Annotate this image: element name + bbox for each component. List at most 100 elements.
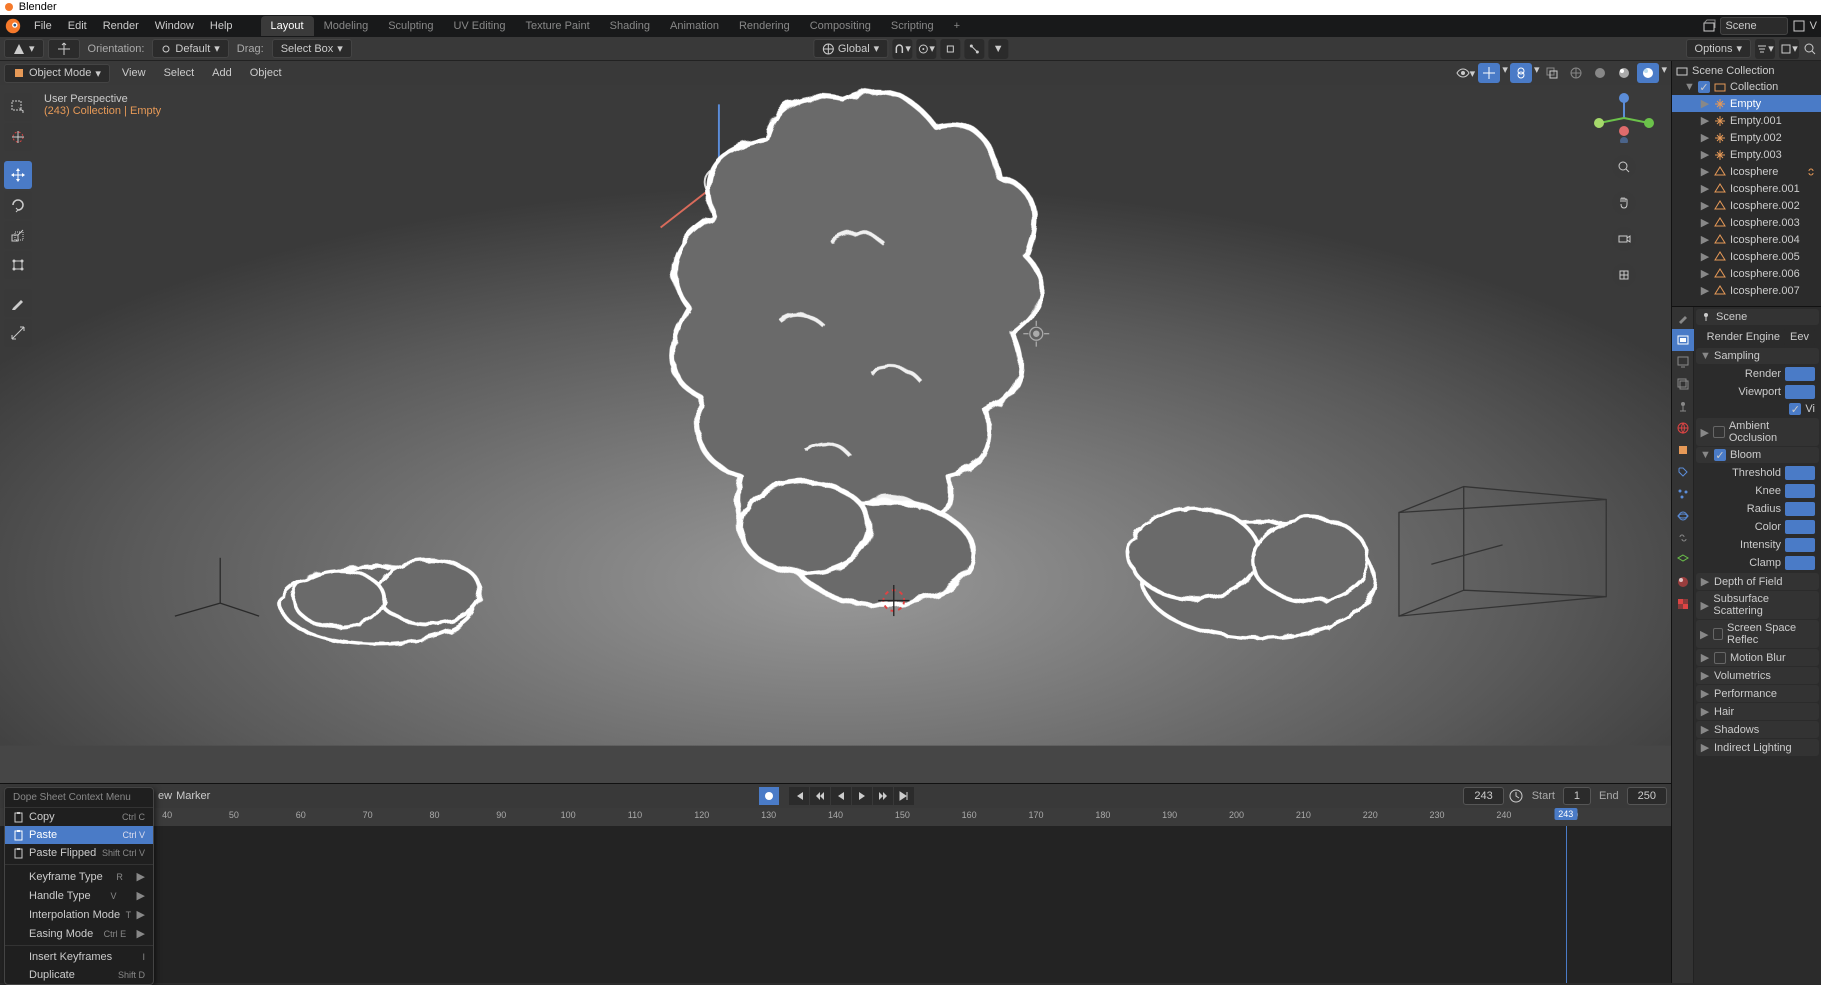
menu-edit[interactable]: Edit: [60, 17, 95, 35]
render-engine-field[interactable]: Render Engine Eev: [1696, 327, 1819, 347]
play-reverse-icon[interactable]: [831, 787, 851, 805]
outliner-item[interactable]: ▶Icosphere.002: [1672, 197, 1821, 214]
tab-texture-paint[interactable]: Texture Paint: [515, 16, 599, 36]
outliner-item[interactable]: ▶Icosphere.006: [1672, 265, 1821, 282]
shading-rendered-icon[interactable]: [1637, 63, 1659, 83]
expand-icon[interactable]: ▶: [1700, 165, 1710, 178]
tool-scale[interactable]: [4, 221, 32, 249]
ptab-viewlayer-icon[interactable]: [1672, 373, 1694, 395]
section-sss[interactable]: ▶Subsurface Scattering: [1696, 591, 1819, 619]
bloom-checkbox[interactable]: ✓: [1714, 449, 1726, 461]
ctx-item-duplicate[interactable]: DuplicateShift D: [5, 966, 153, 984]
ptab-material-icon[interactable]: [1672, 571, 1694, 593]
section-shadows[interactable]: ▶Shadows: [1696, 721, 1819, 738]
timeline-track[interactable]: [0, 826, 1671, 983]
bloom-color[interactable]: Color: [1696, 518, 1819, 536]
playhead[interactable]: [1566, 826, 1567, 983]
transform-gizmo-icon[interactable]: [48, 39, 80, 59]
shading-matprev-icon[interactable]: [1613, 63, 1635, 83]
ctx-item-handle-type[interactable]: Handle TypeV▶: [5, 886, 153, 905]
gizmo-toggle-icon[interactable]: [1478, 63, 1500, 83]
collection-icon[interactable]: ▾: [1779, 39, 1799, 59]
expand-icon[interactable]: ▶: [1700, 216, 1710, 229]
section-bloom[interactable]: ▼✓Bloom: [1696, 447, 1819, 463]
ctx-item-copy[interactable]: CopyCtrl C: [5, 808, 153, 826]
trans-origins-icon[interactable]: [940, 39, 960, 59]
outliner-root[interactable]: Scene Collection: [1672, 63, 1821, 79]
trans-locations-icon[interactable]: ▼: [988, 39, 1008, 59]
search-icon[interactable]: [1803, 42, 1817, 56]
prop-edit-icon[interactable]: ▾: [916, 39, 936, 59]
ctx-item-interpolation-mode[interactable]: Interpolation ModeT▶: [5, 905, 153, 924]
ctx-item-easing-mode[interactable]: Easing ModeCtrl E▶: [5, 924, 153, 943]
tab-scripting[interactable]: Scripting: [881, 16, 944, 36]
ptab-world-icon[interactable]: [1672, 417, 1694, 439]
ptab-modifier-icon[interactable]: [1672, 461, 1694, 483]
tab-shading[interactable]: Shading: [600, 16, 660, 36]
shading-wireframe-icon[interactable]: [1565, 63, 1587, 83]
ptab-render-icon[interactable]: [1672, 329, 1694, 351]
menu-help[interactable]: Help: [202, 17, 241, 35]
outliner-item[interactable]: ▶Empty.003: [1672, 146, 1821, 163]
tab-compositing[interactable]: Compositing: [800, 16, 881, 36]
options-dropdown[interactable]: Options ▾: [1686, 39, 1751, 58]
tool-move[interactable]: [4, 161, 32, 189]
expand-icon[interactable]: ▶: [1700, 114, 1710, 127]
collection-checkbox[interactable]: ✓: [1698, 81, 1710, 93]
section-performance[interactable]: ▶Performance: [1696, 685, 1819, 702]
ptab-output-icon[interactable]: [1672, 351, 1694, 373]
section-sampling[interactable]: ▼Sampling: [1696, 348, 1819, 364]
expand-icon[interactable]: ▶: [1700, 284, 1710, 297]
ptab-scene-icon[interactable]: [1672, 395, 1694, 417]
tool-select-box[interactable]: [4, 93, 32, 121]
section-ao[interactable]: ▶Ambient Occlusion: [1696, 418, 1819, 446]
next-key-icon[interactable]: [873, 787, 893, 805]
bloom-knee[interactable]: Knee: [1696, 482, 1819, 500]
jump-end-icon[interactable]: [894, 787, 914, 805]
expand-icon[interactable]: ▶: [1700, 233, 1710, 246]
autokey-icon[interactable]: [759, 787, 779, 805]
overlay-toggle-icon[interactable]: [1510, 63, 1532, 83]
expand-icon[interactable]: ▶: [1700, 267, 1710, 280]
nav-pan-icon[interactable]: [1612, 191, 1636, 215]
ctx-item-insert-keyframes[interactable]: Insert KeyframesI: [5, 948, 153, 966]
prev-key-icon[interactable]: [810, 787, 830, 805]
outliner-item[interactable]: ▶Icosphere.004: [1672, 231, 1821, 248]
ctx-item-paste[interactable]: PasteCtrl V: [5, 826, 153, 844]
menu-window[interactable]: Window: [147, 17, 202, 35]
tab-layout[interactable]: Layout: [261, 16, 314, 36]
mode-selector[interactable]: Object Mode ▾: [4, 64, 110, 83]
view-selectability-icon[interactable]: ▾: [1454, 63, 1476, 83]
tab-add[interactable]: +: [944, 16, 970, 36]
orientation-dropdown[interactable]: Default ▾: [152, 39, 228, 58]
outliner-item[interactable]: ▶Icosphere.003: [1672, 214, 1821, 231]
ctx-item-paste-flipped[interactable]: Paste FlippedShift Ctrl V: [5, 844, 153, 862]
bloom-radius[interactable]: Radius: [1696, 500, 1819, 518]
outliner-item[interactable]: ▶Icosphere.005: [1672, 248, 1821, 265]
end-frame-field[interactable]: 250: [1627, 787, 1667, 805]
transform-orientation-dropdown[interactable]: Global ▾: [813, 39, 888, 58]
section-volumetrics[interactable]: ▶Volumetrics: [1696, 667, 1819, 684]
timeline-ruler[interactable]: 3040506070809010011012013014015016017018…: [0, 808, 1671, 826]
viewport-menu-add[interactable]: Add: [206, 65, 238, 81]
xray-icon[interactable]: [1541, 63, 1563, 83]
viewport-menu-object[interactable]: Object: [244, 65, 288, 81]
nav-zoom-icon[interactable]: [1612, 155, 1636, 179]
timeline-menu-fragment[interactable]: ew: [158, 790, 172, 802]
current-frame-field[interactable]: 243: [1463, 787, 1503, 805]
tool-cursor[interactable]: [4, 123, 32, 151]
section-indirect[interactable]: ▶Indirect Lighting: [1696, 739, 1819, 756]
ptab-object-icon[interactable]: [1672, 439, 1694, 461]
outliner-item[interactable]: ▶Empty.002: [1672, 129, 1821, 146]
expand-icon[interactable]: ▶: [1700, 182, 1710, 195]
ptab-data-icon[interactable]: [1672, 549, 1694, 571]
ptab-particle-icon[interactable]: [1672, 483, 1694, 505]
tab-animation[interactable]: Animation: [660, 16, 729, 36]
snap-icon[interactable]: ▾: [892, 39, 912, 59]
tab-modeling[interactable]: Modeling: [314, 16, 379, 36]
tool-rotate[interactable]: [4, 191, 32, 219]
tool-transform[interactable]: [4, 251, 32, 279]
outliner-item[interactable]: ▶Icosphere: [1672, 163, 1821, 180]
viewport-3d[interactable]: User Perspective (243) Collection | Empt…: [0, 85, 1671, 783]
ptab-constraint-icon[interactable]: [1672, 527, 1694, 549]
